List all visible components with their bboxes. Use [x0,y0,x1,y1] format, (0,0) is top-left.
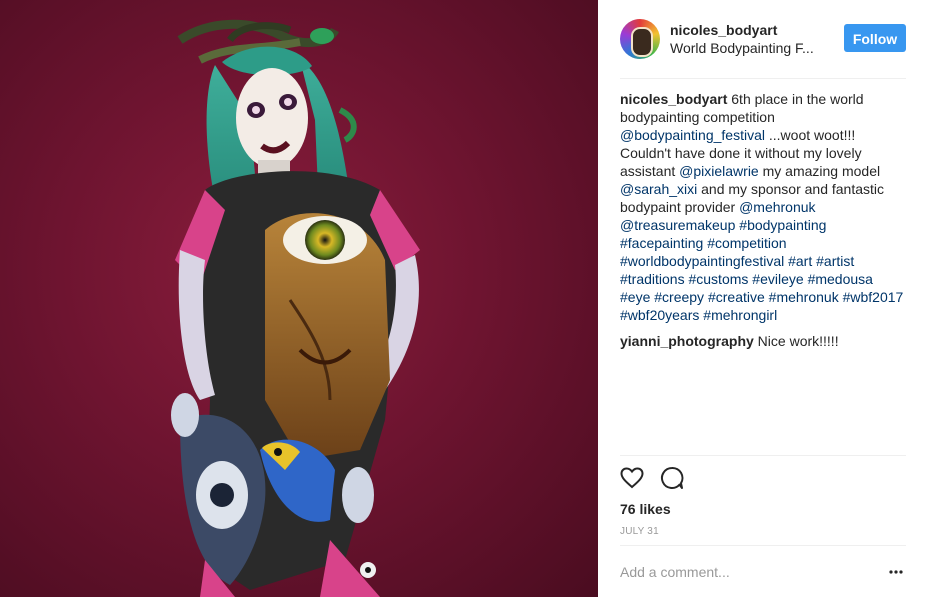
comment-mention-link[interactable]: #creative [708,289,765,305]
comment-mention-link[interactable]: @mehronuk [739,199,815,215]
likes-count[interactable]: 76 likes [620,500,671,518]
comments-list: nicoles_bodyart 6th place in the world b… [620,90,906,358]
header-text: nicoles_bodyart World Bodypainting F... [670,21,840,57]
comment-mention-link[interactable]: #eye [620,289,650,305]
header-location[interactable]: World Bodypainting F... [670,39,830,57]
comment-mention-link[interactable]: #evileye [752,271,803,287]
actions-divider [620,455,906,456]
comment-icon[interactable] [660,466,684,490]
comment-mention-link[interactable]: #wbf2017 [843,289,904,305]
comment-mention-link[interactable]: @treasuremakeup [620,217,735,233]
comment-mention-link[interactable]: #traditions [620,271,685,287]
add-comment-input[interactable] [620,564,870,580]
comment-mention-link[interactable]: @pixielawrie [679,163,759,179]
post-sidebar: nicoles_bodyart World Bodypainting F... … [598,0,931,597]
follow-button[interactable]: Follow [844,24,906,52]
comment-text: Nice work!!!!! [753,333,839,349]
comment-mention-link[interactable]: #creepy [654,289,704,305]
comment-mention-link[interactable]: @bodypainting_festival [620,127,765,143]
comment-mention-link[interactable]: #art [788,253,812,269]
comment-mention-link[interactable]: #mehrongirl [703,307,777,323]
comment-username[interactable]: nicoles_bodyart [620,91,727,107]
add-comment-bar [620,545,906,598]
avatar-face-icon [631,27,653,57]
comment-mention-link[interactable]: #wbf20years [620,307,699,323]
avatar[interactable] [620,19,660,59]
action-icons [620,466,684,490]
comment-mention-link[interactable]: #facepainting [620,235,703,251]
comment-mention-link[interactable]: #medousa [808,271,873,287]
post-photo[interactable] [0,0,598,597]
comment-mention-link[interactable]: @sarah_xixi [620,181,697,197]
comment-mention-link[interactable]: #customs [688,271,748,287]
comment-username[interactable]: yianni_photography [620,333,754,349]
comment-mention-link[interactable]: #competition [707,235,786,251]
comment-mention-link[interactable]: #bodypainting [739,217,826,233]
post-header: nicoles_bodyart World Bodypainting F... … [620,0,906,79]
heart-icon[interactable] [620,466,644,490]
comment-text: my amazing model [758,163,881,179]
comment-mention-link[interactable]: #worldbodypaintingfestival [620,253,784,269]
post-date[interactable]: JULY 31 [620,526,659,537]
bodypaint-illustration [171,19,420,597]
comment-item: nicoles_bodyart 6th place in the world b… [620,90,906,324]
comment-mention-link[interactable]: #artist [816,253,854,269]
comment-item: yianni_photography Nice work!!!!! [620,332,906,350]
comment-mention-link[interactable]: #mehronuk [769,289,839,305]
header-username[interactable]: nicoles_bodyart [670,21,840,39]
instagram-post: nicoles_bodyart World Bodypainting F... … [0,0,931,597]
more-options-icon[interactable] [888,565,904,579]
